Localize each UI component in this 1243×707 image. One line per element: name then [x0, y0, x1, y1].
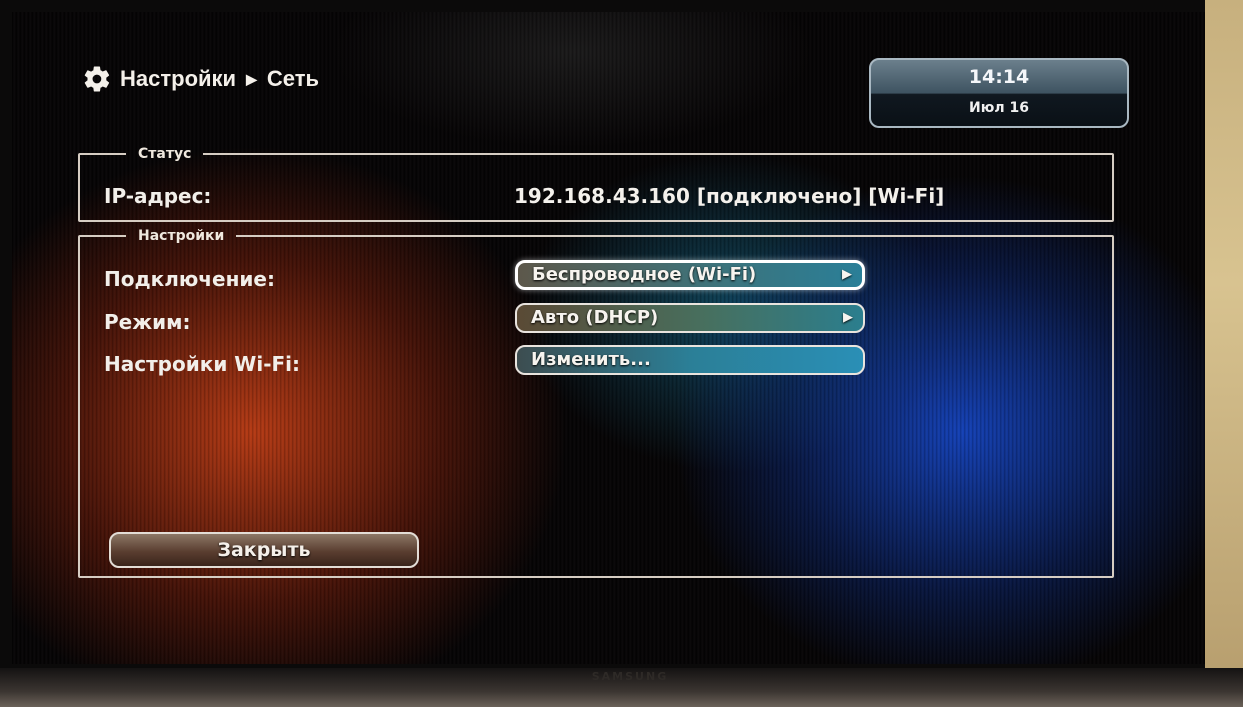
gear-icon [84, 66, 110, 92]
clock-widget: 14:14 Июл 16 [869, 58, 1129, 128]
breadcrumb-page: Сеть [266, 66, 319, 91]
wifi-edit-button[interactable]: Изменить... [515, 345, 865, 375]
wifi-edit-label: Изменить... [531, 349, 651, 370]
clock-time: 14:14 [968, 66, 1030, 88]
wifi-settings-label: Настройки Wi-Fi: [104, 352, 301, 376]
tv-screen: Настройки ▶ Сеть 14:14 Июл 16 Статус IP-… [12, 12, 1205, 664]
breadcrumb-separator-icon: ▶ [246, 70, 257, 87]
connection-value: Беспроводное (Wi-Fi) [532, 264, 757, 285]
arrow-right-icon: ▶ [842, 267, 852, 282]
ip-label: IP-адрес: [104, 184, 212, 208]
tv-brand-logo: SAMSUNG [591, 670, 669, 683]
mode-select[interactable]: Авто (DHCP) ▶ [515, 303, 865, 333]
settings-legend: Настройки [138, 228, 225, 244]
mode-value: Авто (DHCP) [531, 307, 659, 328]
background-wall [1205, 0, 1243, 707]
clock-date: Июл 16 [969, 100, 1029, 116]
connection-select[interactable]: Беспроводное (Wi-Fi) ▶ [515, 260, 865, 290]
mode-label: Режим: [104, 310, 191, 334]
connection-label: Подключение: [104, 267, 275, 291]
arrow-right-icon: ▶ [843, 310, 853, 325]
ip-value: 192.168.43.160 [подключено] [Wi-Fi] [514, 184, 945, 208]
breadcrumb: Настройки ▶ Сеть [82, 64, 319, 94]
status-legend: Статус [138, 146, 192, 162]
close-button[interactable]: Закрыть [109, 532, 419, 568]
breadcrumb-section: Настройки [120, 66, 237, 91]
